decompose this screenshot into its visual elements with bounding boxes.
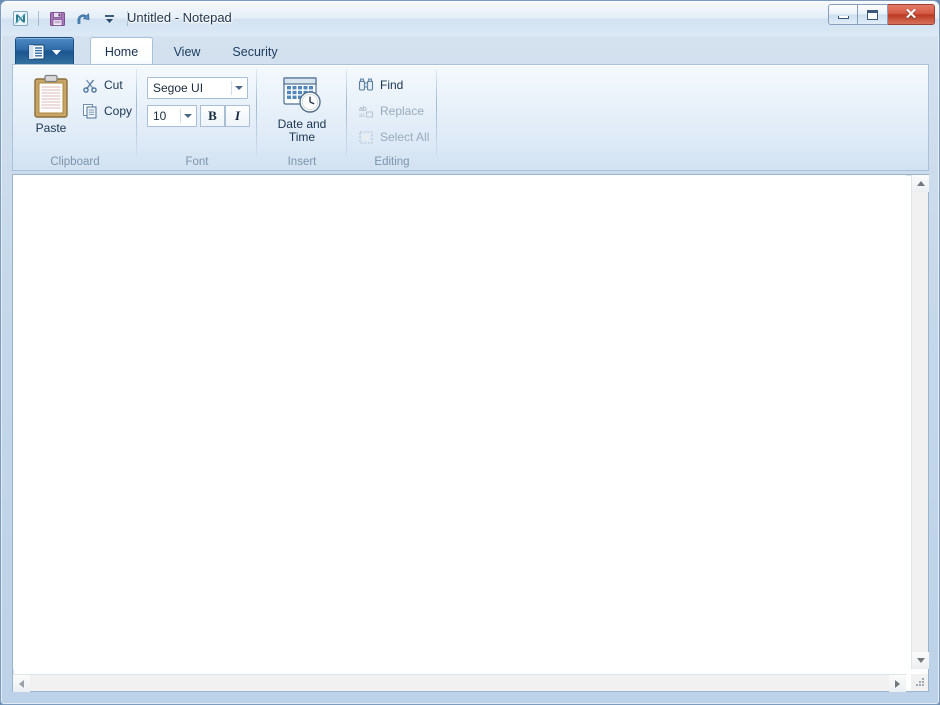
tab-view-label: View [173,45,201,59]
select-all-button-label: Select All [380,130,430,144]
scroll-right-button[interactable] [889,675,906,692]
window-controls: ✕ [828,4,935,26]
arrow-right-icon [895,679,900,688]
bold-button[interactable]: B [200,105,225,127]
close-icon: ✕ [904,6,918,23]
font-family-value: Segoe UI [153,81,204,95]
group-label-font: Font [185,156,209,168]
customize-qat-button[interactable] [98,7,120,29]
replace-button[interactable]: ab ac Replace [355,100,427,122]
editor-frame [12,174,929,692]
binoculars-icon [358,78,374,91]
replace-abac-icon: ab ac [359,106,373,119]
date-and-time-button-label: Date and Time [277,117,327,144]
notepad-app-icon[interactable] [9,7,31,29]
clipboard-icon [34,74,68,118]
tab-security[interactable]: Security [218,39,292,65]
notepad-window: Untitled - Notepad ✕ Home View Security … [0,0,940,705]
close-button[interactable]: ✕ [888,4,935,25]
quick-access-toolbar [9,6,131,30]
vertical-scrollbar[interactable] [911,175,929,669]
svg-text:ac: ac [359,113,365,119]
ribbon-group-editing: Find ab ac Replace Select All Editing [347,65,437,171]
cut-button[interactable]: Cut [79,74,126,96]
scissors-icon [83,79,97,93]
font-size-value: 10 [153,109,167,123]
group-label-editing: Editing [374,156,410,168]
svg-text:ab: ab [359,106,367,113]
chevron-down-icon [235,86,243,90]
title-bar[interactable]: Untitled - Notepad ✕ [1,1,939,36]
date-and-time-button[interactable]: Date and Time [268,71,336,151]
minimize-button[interactable] [828,4,858,25]
copy-button[interactable]: Copy [79,100,135,122]
minimize-icon [837,15,849,19]
find-button[interactable]: Find [355,74,406,96]
group-label-insert: Insert [287,156,317,168]
save-button[interactable] [46,7,68,29]
arrow-left-icon [19,679,24,688]
ribbon: Paste Cut Copy Clipboard Segoe UI 10 B I… [12,64,929,171]
copy-button-label: Copy [104,104,133,118]
font-size-combobox[interactable]: 10 [147,105,197,127]
select-all-dashed-box-icon [359,131,373,144]
window-title: Untitled - Notepad [127,10,232,25]
paste-button[interactable]: Paste [24,71,78,143]
horizontal-scrollbar[interactable] [13,674,906,692]
calendar-clock-icon [283,77,321,113]
ribbon-group-insert: Date and Time Insert [257,65,347,171]
undo-button[interactable] [72,7,94,29]
tab-home-label: Home [104,44,139,59]
scroll-up-button[interactable] [912,175,929,192]
arrow-down-icon [916,658,925,663]
file-menu-icon [28,44,44,59]
ribbon-group-font: Segoe UI 10 B I Font [137,65,257,171]
cut-button-label: Cut [104,78,123,92]
bold-button-label: B [208,108,217,123]
maximize-button[interactable] [858,4,888,25]
ribbon-group-clipboard: Paste Cut Copy Clipboard [13,65,137,171]
chevron-down-icon [184,114,192,118]
paste-button-label: Paste [35,121,67,135]
arrow-up-icon [916,181,925,186]
select-all-button[interactable]: Select All [355,126,432,148]
text-editor[interactable] [13,175,906,669]
maximize-icon [867,9,878,20]
group-label-clipboard: Clipboard [50,156,100,168]
chevron-down-icon [51,49,61,55]
scroll-down-button[interactable] [912,652,929,669]
italic-button-label: I [234,108,241,123]
qat-separator [38,10,39,26]
tab-view[interactable]: View [159,39,215,65]
replace-button-label: Replace [380,104,425,118]
copy-pages-icon [83,104,97,119]
scroll-left-button[interactable] [13,675,30,692]
resize-grip[interactable] [911,674,928,691]
find-button-label: Find [380,78,404,92]
ribbon-tab-strip: Home View Security [12,37,929,65]
group-separator-4 [436,69,437,157]
italic-button[interactable]: I [225,105,250,127]
tab-home[interactable]: Home [90,37,153,65]
application-menu-button[interactable] [15,37,74,65]
font-family-combobox[interactable]: Segoe UI [147,77,248,99]
tab-security-label: Security [232,45,278,59]
